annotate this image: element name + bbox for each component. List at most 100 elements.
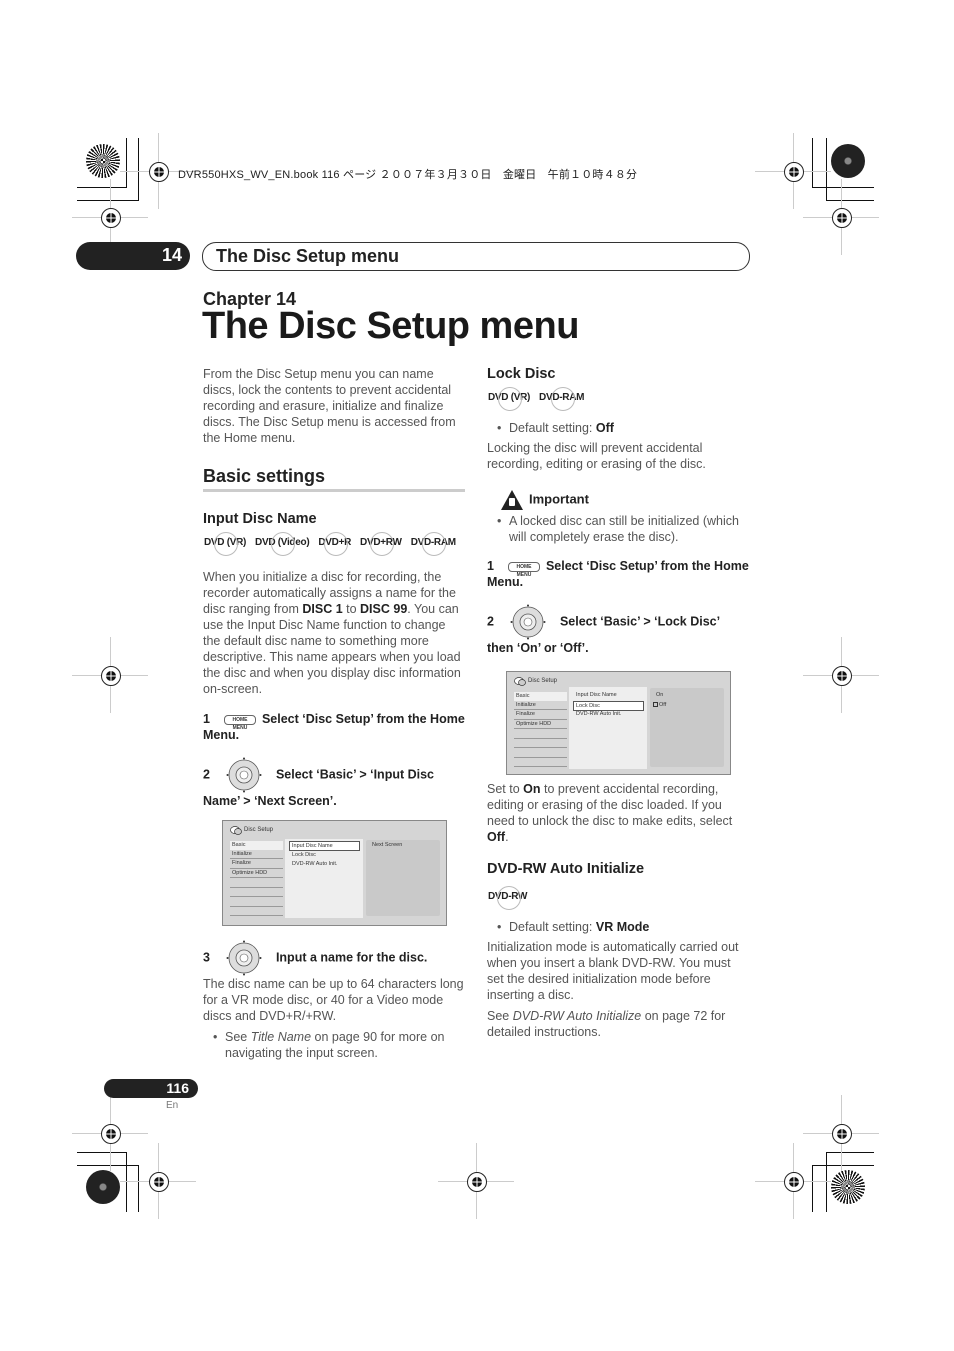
crop-mark [138, 1165, 139, 1212]
disc-end-value: DISC 99 [360, 602, 408, 616]
disc-badge: DVD+R [317, 532, 352, 556]
cross-reference-link[interactable]: DVD-RW Auto Initialize [513, 1009, 642, 1023]
osd-title: Disc Setup [244, 827, 274, 833]
checkbox-icon [653, 702, 658, 708]
disc-badge: DVD (VR) [487, 387, 531, 411]
osd-options-panel [569, 687, 647, 769]
disc-type-badges: DVD-RW [487, 886, 749, 910]
step-2: 2 Select ‘Basic’ > ‘Input Disc Name’ > ‘N… [203, 757, 465, 809]
osd-value: Next Screen [372, 842, 403, 848]
osd-option: DVD-RW Auto Init. [576, 711, 622, 717]
registration-target-icon [100, 1123, 122, 1145]
dpad-icon [226, 757, 262, 793]
osd-values-panel [650, 688, 724, 767]
step-number: 2 [203, 767, 210, 782]
step-1: 1 HOME MENUSelect ‘Disc Setup’ from the H… [203, 711, 465, 743]
step-text: Input a name for the disc. [275, 950, 428, 965]
important-note: A locked disc can still be initialized (… [509, 514, 739, 544]
step-3-description: The disc name can be up to 64 characters… [203, 977, 464, 1023]
osd-option: Input Disc Name [289, 841, 360, 851]
registration-target-icon [148, 161, 170, 183]
right-column: Lock Disc DVD (VR) DVD-RAM • Default set… [487, 366, 749, 656]
bullet-icon: • [213, 1030, 218, 1044]
default-setting-bullet: • Default setting: VR Mode [487, 919, 749, 935]
osd-menu-item: Finalize [230, 859, 283, 869]
osd-title: Disc Setup [528, 678, 558, 684]
osd-option: Lock Disc [292, 852, 316, 858]
crop-mark [812, 1165, 874, 1166]
disc-setup-icon [230, 826, 242, 835]
osd-option: Input Disc Name [576, 692, 617, 698]
disc-badge: DVD-RAM [410, 532, 457, 556]
crop-mark [826, 1152, 827, 1212]
osd-screenshot-input-disc-name: Disc Setup Basic Initialize Finalize Opt… [222, 820, 447, 926]
left-column: From the Disc Setup menu you can name di… [203, 366, 465, 809]
registration-target-icon [831, 207, 853, 229]
step-2: 2 Select ‘Basic’ > ‘Lock Disc’ then ‘On’ … [487, 604, 749, 656]
bullet-icon: • [497, 514, 502, 528]
step-3: 3 Input a name for the disc. [203, 940, 465, 976]
crop-mark [138, 138, 139, 201]
text-run: Set to [487, 782, 524, 796]
disc-type-badges: DVD (VR) DVD (Video) DVD+R DVD+RW DVD-RA… [203, 532, 465, 556]
step-number: 3 [203, 950, 210, 965]
registration-target-icon [148, 1171, 170, 1193]
important-callout: Important [487, 490, 749, 510]
registration-target-icon [831, 665, 853, 687]
crop-mark [77, 187, 127, 188]
language-code: En [166, 1100, 179, 1111]
osd-menu-item: Finalize [514, 710, 567, 720]
on-value: On [523, 782, 541, 796]
dvd-rw-auto-initialize-heading: DVD-RW Auto Initialize [487, 861, 645, 877]
osd-menu-item [514, 739, 567, 748]
cross-reference-link[interactable]: Title Name [251, 1030, 311, 1044]
home-menu-button-icon: HOME MENU [223, 714, 256, 731]
home-menu-button-icon: HOME MENU [507, 561, 540, 578]
dpad-icon [226, 940, 262, 976]
text-run: . You can use the Input Disc Name functi… [203, 602, 461, 696]
osd-menu-item: Basic [230, 841, 283, 850]
registration-disc-pattern [831, 1170, 865, 1204]
crop-mark [77, 1152, 127, 1153]
crop-mark [826, 138, 827, 201]
chapter-number: 14 [161, 245, 182, 265]
osd-left-menu: Basic Initialize Finalize Optimize HDD [514, 692, 567, 767]
crop-mark [812, 1165, 813, 1212]
important-heading: Important [529, 491, 589, 507]
page-title: The Disc Setup menu [202, 305, 579, 347]
crop-mark [126, 138, 127, 188]
chapter-number-tab: 14 [76, 242, 190, 270]
off-value: Off [487, 830, 506, 844]
disc-setup-icon [514, 677, 526, 686]
disc-type-badges: DVD (VR) DVD-RAM [487, 387, 749, 411]
page-number: 116 [166, 1080, 189, 1096]
default-value: Off [595, 421, 614, 435]
dvd-rw-see-also: See DVD-RW Auto Initialize on page 72 fo… [487, 1008, 749, 1040]
osd-values-panel [366, 840, 440, 916]
lock-disc-description: Locking the disc will prevent accidental… [487, 441, 706, 471]
crop-mark [77, 1165, 139, 1166]
osd-menu-item [514, 729, 567, 739]
registration-target-icon [783, 161, 805, 183]
basic-settings-heading: Basic settings [203, 466, 326, 486]
osd-menu-item: Optimize HDD [514, 720, 567, 729]
text-run: Default setting: [509, 421, 596, 435]
warning-hand-icon [501, 490, 523, 510]
crop-mark [826, 200, 874, 201]
osd-menu-item: Optimize HDD [230, 869, 283, 878]
lock-disc-heading: Lock Disc [487, 366, 556, 382]
crop-mark [812, 187, 874, 188]
lock-disc-after-text: Set to On to prevent accidental recordin… [487, 781, 749, 845]
osd-screenshot-lock-disc: Disc Setup Basic Initialize Finalize Opt… [506, 671, 731, 775]
osd-menu-item [514, 758, 567, 767]
step-1: 1 HOME MENUSelect ‘Disc Setup’ from the H… [487, 558, 749, 590]
text-run: to [342, 602, 361, 616]
dvd-rw-auto-description: Initialization mode is automatically car… [487, 940, 739, 1002]
registration-target-icon [100, 207, 122, 229]
registration-target-icon [466, 1171, 488, 1193]
input-disc-name-heading: Input Disc Name [203, 511, 317, 527]
right-column-bottom: Set to On to prevent accidental recordin… [487, 781, 749, 1040]
default-setting-bullet: • Default setting: Off [487, 420, 749, 436]
registration-disc-pattern [86, 1170, 120, 1204]
osd-menu-item: Initialize [230, 850, 283, 859]
